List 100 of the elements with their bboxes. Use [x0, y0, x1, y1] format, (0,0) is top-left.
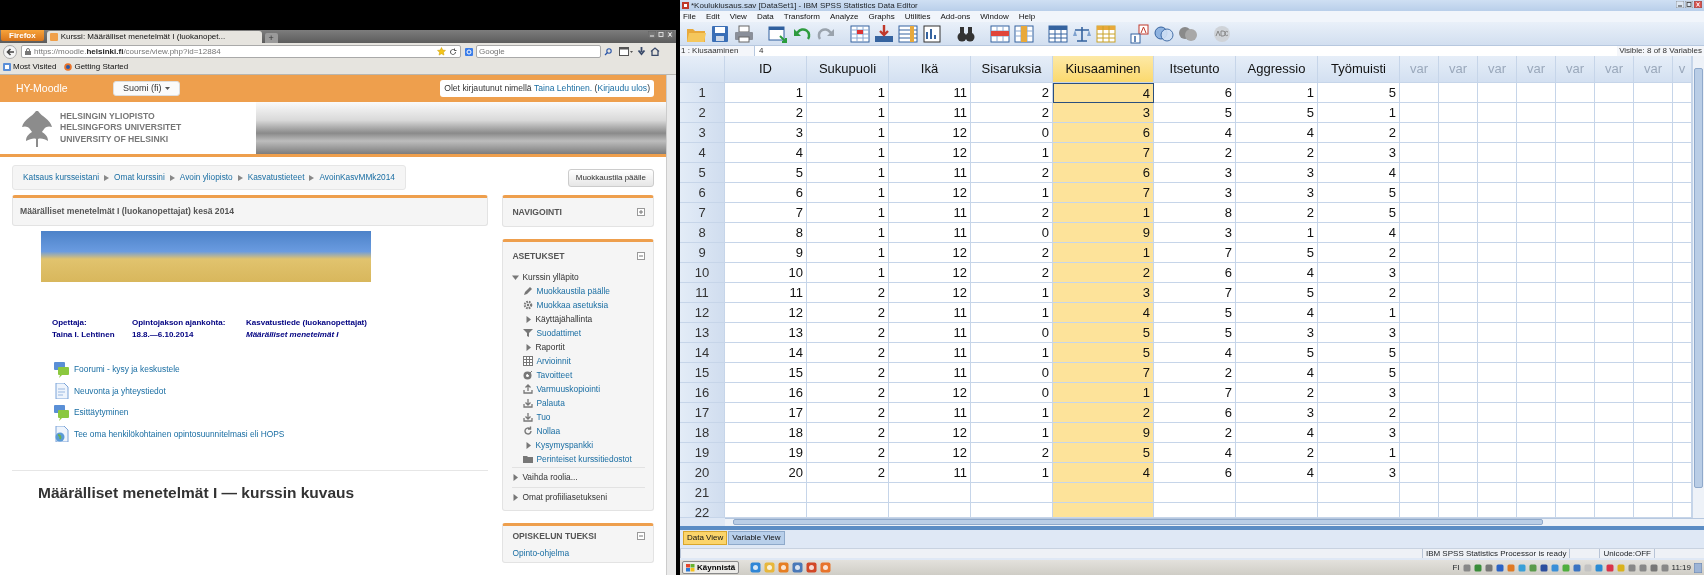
menu-item[interactable]: Add-ons: [940, 10, 971, 23]
cell-value-field[interactable]: 4: [755, 46, 1618, 56]
collapsed-triangle-icon[interactable]: [512, 473, 520, 481]
column-header[interactable]: Aggressio: [1236, 56, 1318, 83]
row-header[interactable]: 1: [680, 83, 725, 103]
language-indicator[interactable]: FI: [1452, 561, 1460, 574]
tree-link[interactable]: Suodattimet: [536, 326, 582, 340]
activity-link[interactable]: Neuvonta ja yhteystiedot: [74, 384, 166, 398]
tree-link[interactable]: Tuo: [536, 410, 551, 424]
activity-link[interactable]: Foorumi - kysy ja keskustele: [74, 363, 180, 377]
row-header[interactable]: 10: [680, 263, 725, 283]
download-icon[interactable]: [874, 23, 894, 44]
row-header[interactable]: 18: [680, 423, 725, 443]
row-header[interactable]: 8: [680, 223, 725, 243]
tree-link[interactable]: Palauta: [536, 396, 565, 410]
column-header[interactable]: Ikä: [889, 56, 971, 83]
column-header[interactable]: Itsetunto: [1154, 56, 1236, 83]
value-labels-icon[interactable]: [1130, 23, 1150, 44]
row-header[interactable]: 12: [680, 303, 725, 323]
breadcrumb-link[interactable]: Katsaus kursseistani: [23, 171, 100, 184]
back-button[interactable]: [3, 44, 17, 59]
collapsed-triangle-icon[interactable]: [525, 441, 533, 449]
tree-link[interactable]: Tavoitteet: [536, 368, 573, 382]
row-header[interactable]: 6: [680, 183, 725, 203]
tree-link[interactable]: Arvioinnit: [536, 354, 571, 368]
breadcrumb-link[interactable]: Kasvatustieteet: [247, 171, 305, 184]
chart-icon[interactable]: [922, 23, 942, 44]
menu-item[interactable]: Data: [756, 10, 774, 23]
circles-icon[interactable]: [1154, 23, 1174, 44]
reload-icon[interactable]: [449, 47, 457, 56]
row-header[interactable]: 11: [680, 283, 725, 303]
insert-column-icon[interactable]: [1014, 23, 1034, 44]
browser-tab[interactable]: Kurssi: Määrälliset menetelmät I (luokanopet...: [46, 31, 262, 43]
dialog-icon[interactable]: [768, 23, 788, 44]
tree-item[interactable]: Omat profiiliasetukseni: [522, 490, 608, 504]
row-header[interactable]: 17: [680, 403, 725, 423]
clock[interactable]: 11:19: [1671, 561, 1691, 574]
menu-item[interactable]: Window: [980, 10, 1009, 23]
menu-item[interactable]: Graphs: [868, 10, 895, 23]
row-header[interactable]: 14: [680, 343, 725, 363]
maximize-icon[interactable]: [1685, 1, 1693, 8]
tree-link[interactable]: Opinto-ohjelma: [512, 546, 570, 560]
language-dropdown[interactable]: Suomi (fi): [113, 81, 180, 96]
tree-item[interactable]: Kysymyspankki: [535, 438, 594, 452]
collapsed-triangle-icon[interactable]: [525, 315, 533, 323]
row-header[interactable]: 7: [680, 203, 725, 223]
save-icon[interactable]: [710, 23, 730, 44]
close-icon[interactable]: [1694, 1, 1702, 8]
row-header[interactable]: 13: [680, 323, 725, 343]
search-icon[interactable]: [604, 47, 612, 56]
column-header[interactable]: Työmuisti: [1318, 56, 1400, 83]
menu-item[interactable]: File: [683, 10, 696, 23]
show-desktop-icon[interactable]: [1694, 562, 1702, 573]
row-header[interactable]: 4: [680, 143, 725, 163]
tree-link[interactable]: Nollaa: [536, 424, 561, 438]
menu-item[interactable]: View: [729, 10, 747, 23]
row-header[interactable]: 5: [680, 163, 725, 183]
menu-item[interactable]: Help: [1018, 10, 1036, 23]
home-icon[interactable]: [650, 47, 660, 56]
grid-icon[interactable]: [850, 23, 870, 44]
column-header[interactable]: ID: [725, 56, 807, 83]
new-tab-button[interactable]: +: [264, 33, 278, 43]
download-icon[interactable]: [637, 47, 646, 56]
start-button[interactable]: Käynnistä: [682, 561, 740, 574]
row-header[interactable]: 2: [680, 103, 725, 123]
menu-item[interactable]: Utilities: [904, 10, 931, 23]
columns-icon[interactable]: [898, 23, 918, 44]
star-icon[interactable]: [437, 47, 446, 56]
activity-link[interactable]: Tee oma henkilökohtainen opintosuunnitelmasi eli HOPS: [74, 427, 285, 441]
tree-link[interactable]: Muokkaa asetuksia: [536, 298, 609, 312]
table-icon[interactable]: [1048, 23, 1068, 44]
row-header[interactable]: 19: [680, 443, 725, 463]
search-field[interactable]: Google: [476, 45, 601, 58]
column-header[interactable]: Kiusaaminen: [1053, 56, 1154, 83]
tree-item[interactable]: Vaihda roolia...: [522, 470, 578, 484]
spellcheck-icon[interactable]: [1212, 23, 1232, 44]
vertical-scrollbar[interactable]: [1692, 56, 1704, 518]
breadcrumb-link[interactable]: Avoin yliopisto: [179, 171, 233, 184]
maximize-icon[interactable]: [657, 31, 665, 38]
bookmark-link[interactable]: Most Visited: [3, 61, 57, 73]
view-tab[interactable]: Data View: [683, 531, 728, 545]
row-header[interactable]: 16: [680, 383, 725, 403]
activity-link[interactable]: Esittäytyminen: [74, 406, 129, 420]
row-header[interactable]: 15: [680, 363, 725, 383]
plus-icon[interactable]: [637, 208, 645, 216]
minus-icon[interactable]: [637, 252, 645, 260]
insert-row-icon[interactable]: [990, 23, 1010, 44]
row-header[interactable]: 21: [680, 483, 725, 503]
collapsed-triangle-icon[interactable]: [512, 493, 520, 501]
bookmark-link[interactable]: Getting Started: [64, 61, 129, 73]
column-header[interactable]: Sukupuoli: [807, 56, 889, 83]
edit-mode-button[interactable]: Muokkaustila päälle: [567, 168, 654, 187]
row-header[interactable]: 20: [680, 463, 725, 483]
menu-item[interactable]: Analyze: [829, 10, 859, 23]
user-link[interactable]: Taina Lehtinen.: [533, 83, 593, 94]
tree-link[interactable]: Perinteiset kurssitiedostot: [536, 452, 632, 466]
breadcrumb-link[interactable]: AvoinKasvMMk2014: [319, 171, 395, 184]
row-header[interactable]: 3: [680, 123, 725, 143]
breadcrumb-link[interactable]: Omat kurssini: [114, 171, 165, 184]
expanded-triangle-icon[interactable]: [512, 273, 520, 281]
